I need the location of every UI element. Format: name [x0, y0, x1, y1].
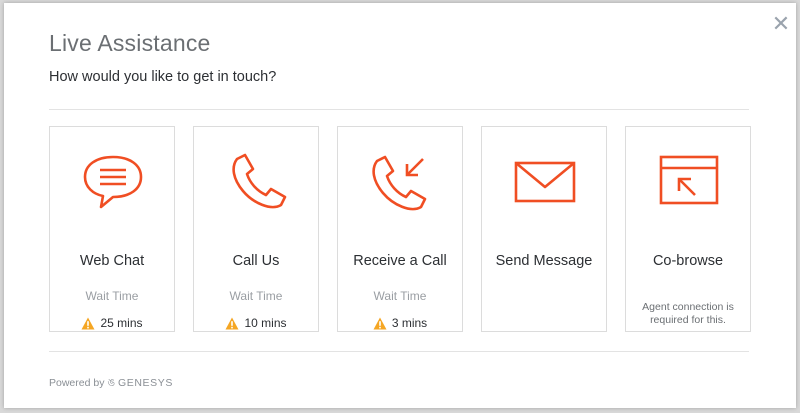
wait-time-label: Wait Time — [85, 289, 139, 303]
option-label: Co-browse — [652, 253, 724, 269]
option-label: Web Chat — [79, 253, 145, 269]
warning-icon — [225, 317, 239, 329]
wait-time-value: 10 mins — [194, 316, 318, 330]
divider — [49, 109, 749, 110]
incoming-call-icon — [372, 155, 427, 211]
wait-time-text: 10 mins — [244, 316, 287, 330]
option-note: Agent connection is required for this. — [642, 301, 734, 326]
option-co-browse[interactable]: Co-browse Agent connection is required f… — [625, 126, 751, 332]
close-icon[interactable]: ✕ — [770, 13, 792, 35]
dialog-title: Live Assistance — [49, 30, 211, 56]
genesys-logo-icon: ঙ — [107, 377, 116, 389]
wait-time-text: 3 mins — [391, 316, 428, 330]
option-send-message[interactable]: Send Message — [481, 126, 607, 332]
powered-by-text: Powered by — [49, 377, 105, 389]
wait-time-value: 25 mins — [50, 316, 174, 330]
brand-name: GENESYS — [118, 377, 173, 389]
powered-by: Powered by ঙ GENESYS — [49, 376, 173, 393]
option-label: Send Message — [495, 253, 593, 269]
warning-icon — [81, 317, 95, 329]
wait-time-label: Wait Time — [373, 289, 427, 303]
option-receive-call[interactable]: Receive a Call Wait Time 3 mins — [337, 126, 463, 332]
envelope-icon — [514, 161, 576, 203]
phone-icon — [232, 153, 287, 209]
option-call-us[interactable]: Call Us Wait Time 10 mins — [193, 126, 319, 332]
wait-time-label: Wait Time — [229, 289, 283, 303]
option-label: Call Us — [232, 253, 280, 269]
live-assistance-dialog: ✕ Live Assistance How would you like to … — [4, 3, 796, 408]
divider — [49, 351, 749, 352]
option-label: Receive a Call — [353, 253, 447, 269]
dialog-subtitle: How would you like to get in touch? — [49, 69, 277, 85]
chat-bubble-icon — [83, 155, 143, 209]
wait-time-value: 3 mins — [338, 316, 462, 330]
wait-time-text: 25 mins — [100, 316, 143, 330]
option-web-chat[interactable]: Web Chat Wait Time 25 mins — [49, 126, 175, 332]
cobrowse-icon — [659, 155, 719, 205]
warning-icon — [373, 317, 387, 329]
